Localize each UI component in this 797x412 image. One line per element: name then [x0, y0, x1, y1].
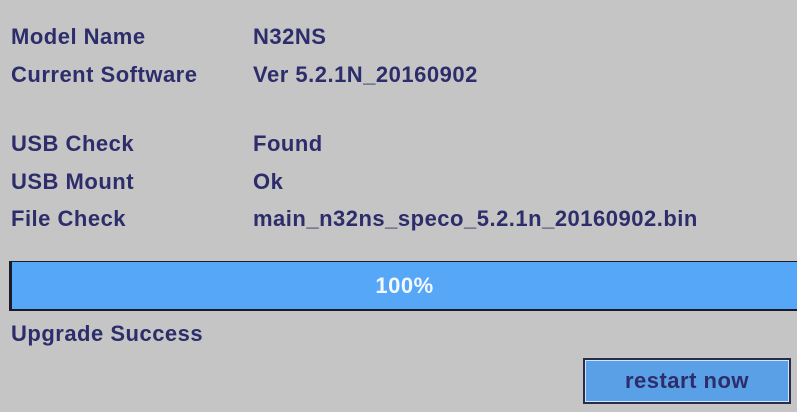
- file-check-label: File Check: [11, 206, 127, 231]
- usb-check-label: USB Check: [11, 131, 135, 156]
- progress-percent-text: 100%: [375, 273, 434, 298]
- current-software-label: Current Software: [11, 62, 198, 87]
- upgrade-progress-bar: 100%: [9, 261, 797, 311]
- model-name-label: Model Name: [11, 24, 146, 49]
- current-software-value: Ver 5.2.1N_20160902: [253, 62, 478, 87]
- model-name-value: N32NS: [253, 24, 327, 49]
- usb-mount-label: USB Mount: [11, 169, 135, 194]
- usb-mount-value: Ok: [253, 169, 284, 194]
- upgrade-status-message: Upgrade Success: [11, 321, 204, 346]
- file-check-value: main_n32ns_speco_5.2.1n_20160902.bin: [253, 206, 698, 231]
- restart-now-button[interactable]: restart now: [583, 358, 791, 404]
- usb-check-value: Found: [253, 131, 323, 156]
